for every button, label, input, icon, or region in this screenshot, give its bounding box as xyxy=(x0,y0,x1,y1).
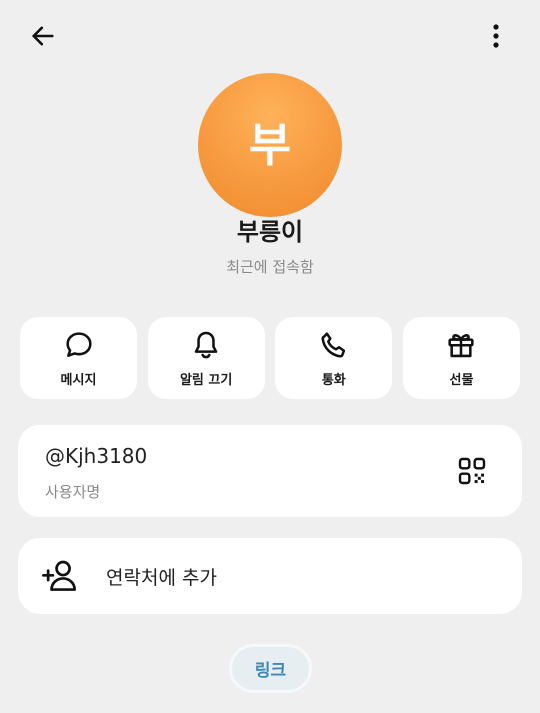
add-contact-button[interactable]: 연락처에 추가 xyxy=(18,538,522,614)
gift-icon xyxy=(448,333,475,357)
qr-code-button[interactable] xyxy=(454,453,490,489)
profile-name: 부릉이 xyxy=(236,218,304,246)
username-label: 사용자명 xyxy=(45,483,101,501)
action-buttons: 메시지 알림 끄기 통화 선물 xyxy=(20,317,520,399)
mute-label: 알림 끄기 xyxy=(179,372,233,388)
back-button[interactable] xyxy=(21,14,65,58)
avatar-letter: 부 xyxy=(248,118,292,172)
qr-code-icon xyxy=(458,457,486,485)
mute-button[interactable]: 알림 끄기 xyxy=(147,317,265,399)
profile-status: 최근에 접속함 xyxy=(226,258,314,276)
more-options-button[interactable] xyxy=(474,14,518,58)
message-button[interactable]: 메시지 xyxy=(20,317,137,399)
phone-icon xyxy=(321,331,345,357)
gift-label: 선물 xyxy=(449,372,474,388)
avatar[interactable]: 부 xyxy=(198,73,342,217)
username-card[interactable]: @Kjh3180 사용자명 xyxy=(18,425,522,517)
add-person-icon xyxy=(42,560,76,591)
call-button[interactable]: 통화 xyxy=(275,317,393,399)
more-vertical-icon xyxy=(493,24,499,48)
chat-bubble-icon xyxy=(65,331,92,357)
message-label: 메시지 xyxy=(60,372,97,388)
bell-icon xyxy=(194,331,218,358)
link-chip[interactable]: 링크 xyxy=(229,644,312,693)
profile-screen: 부 부릉이 최근에 접속함 메시지 알림 끄기 통화 선물 @Kjh3180 사… xyxy=(0,0,540,713)
username-value: @Kjh3180 xyxy=(45,444,148,468)
arrow-left-icon xyxy=(32,26,54,46)
call-label: 통화 xyxy=(321,372,346,388)
gift-button[interactable]: 선물 xyxy=(402,317,520,399)
add-contact-label: 연락처에 추가 xyxy=(106,567,217,589)
